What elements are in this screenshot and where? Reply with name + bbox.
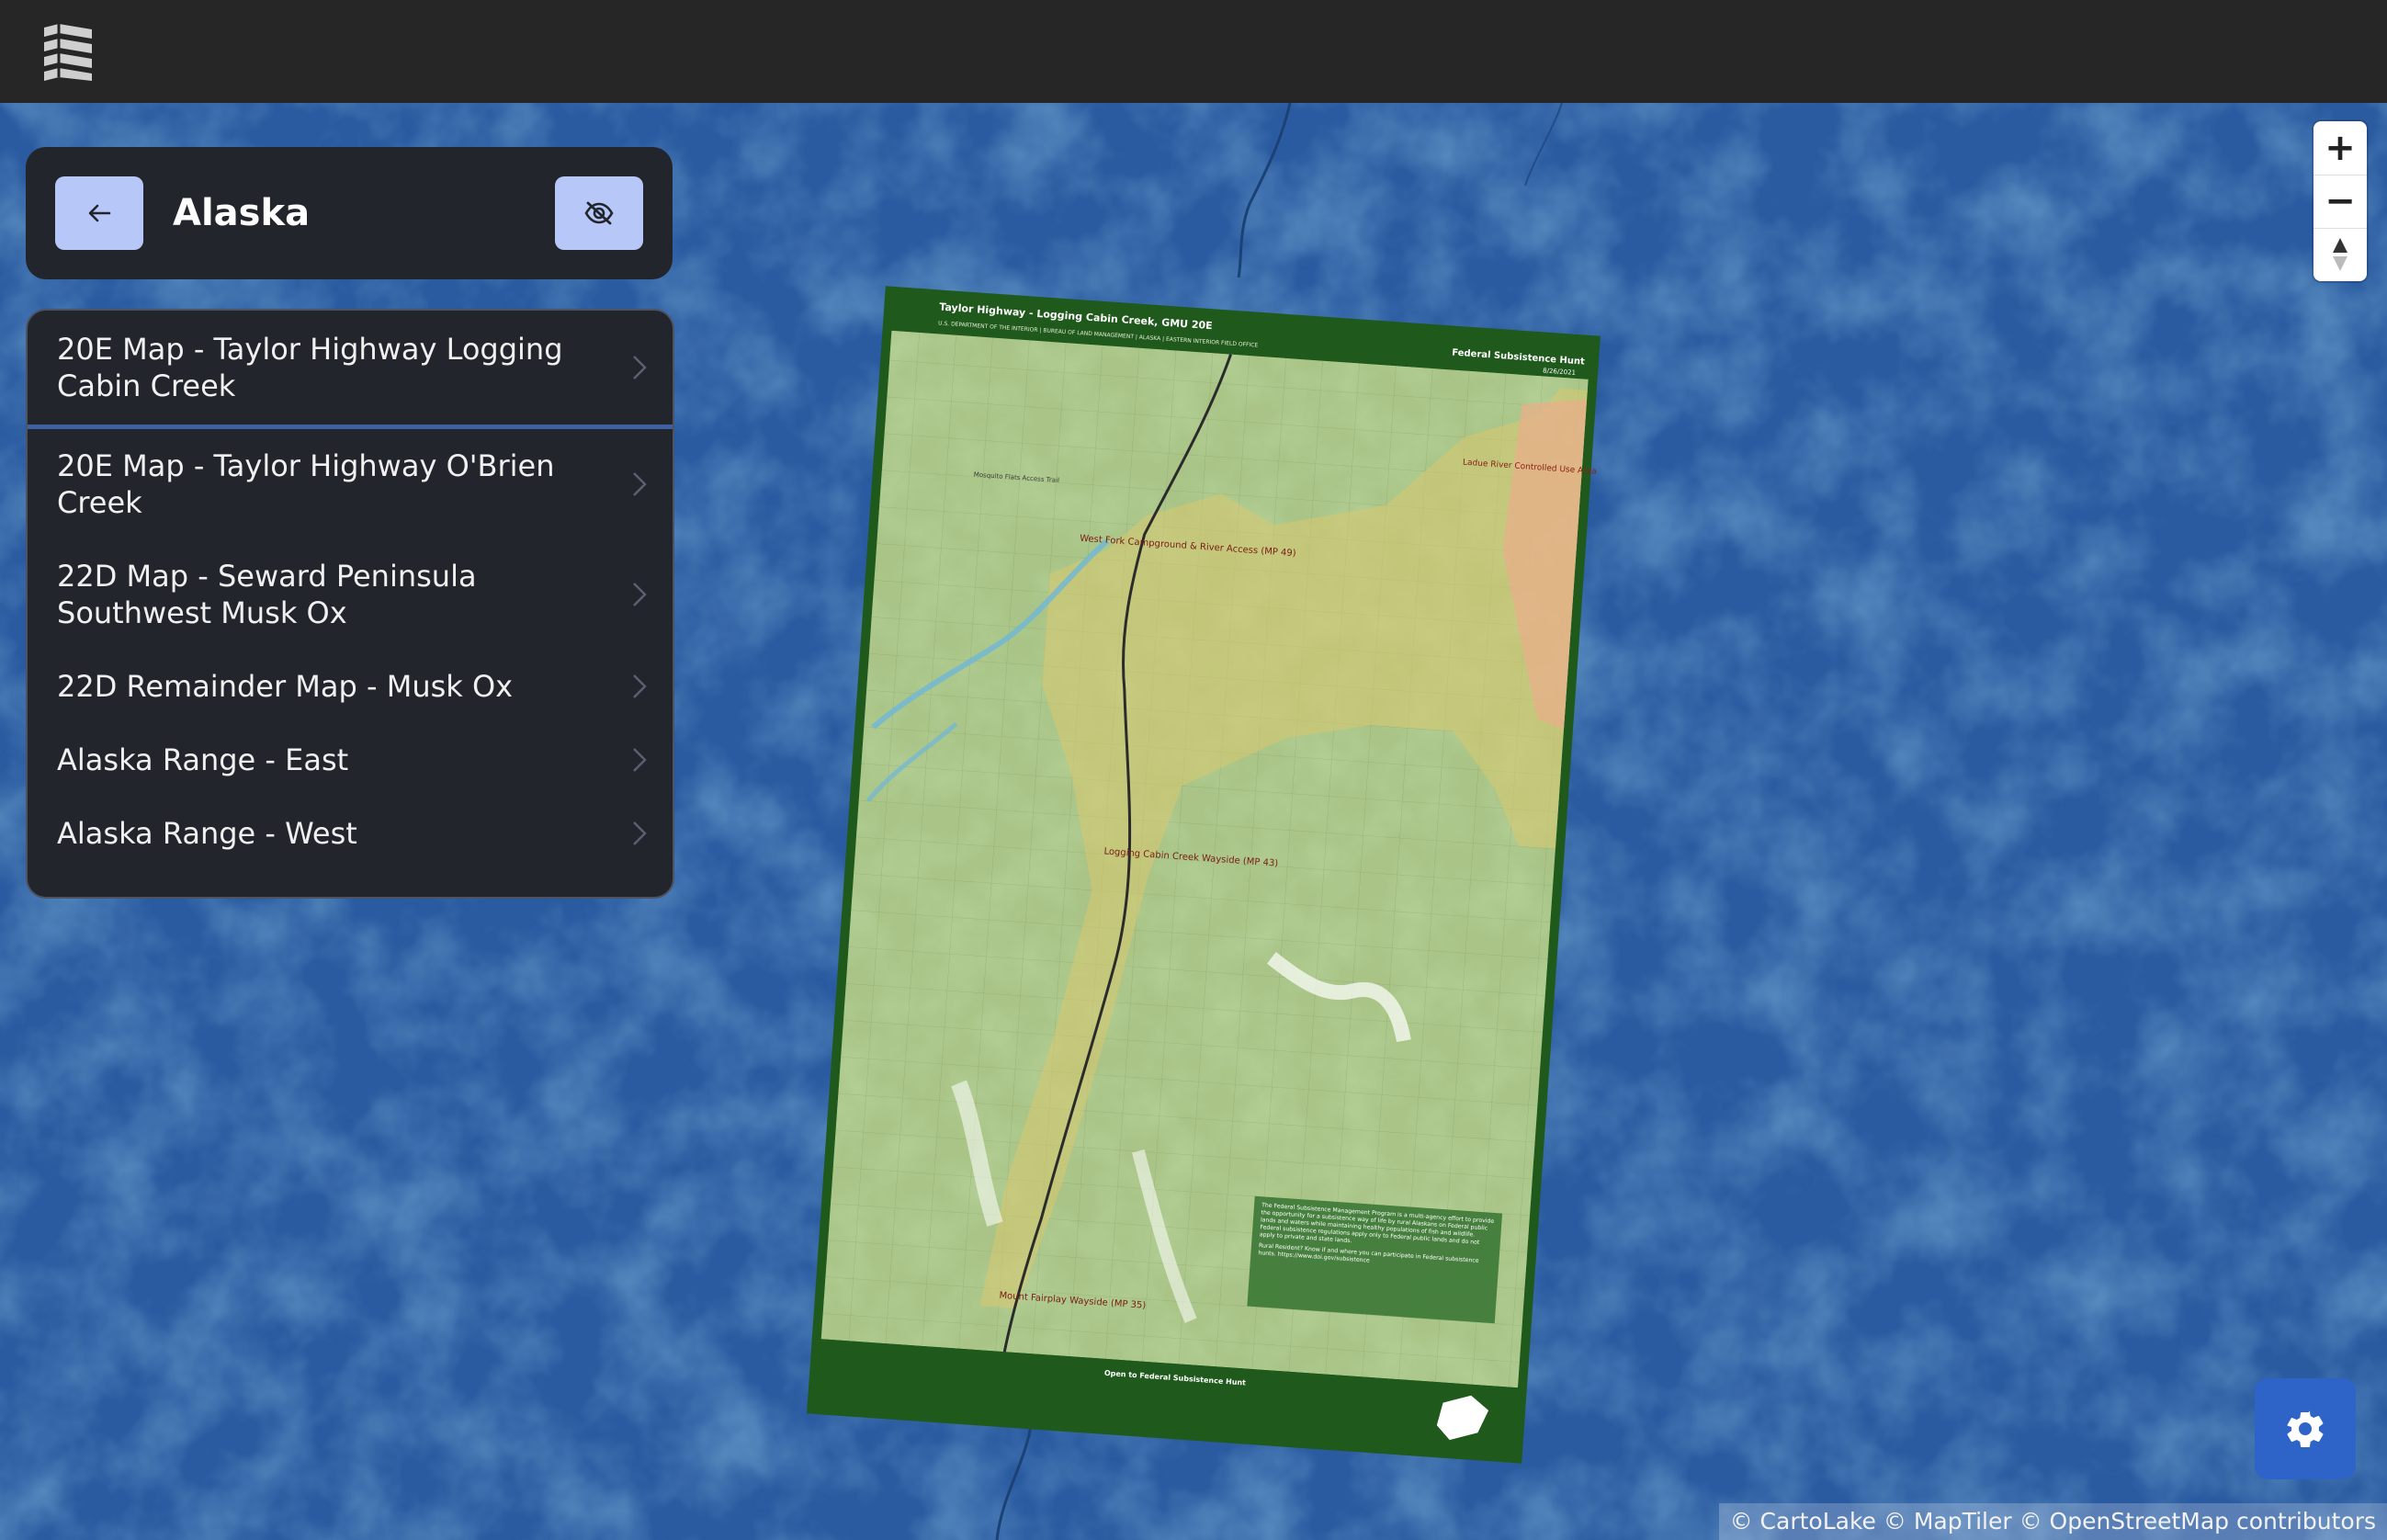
compass-reset-button[interactable]: [2313, 228, 2367, 281]
map-list-item-taylor-highway-obrien-creek[interactable]: 20E Map - Taylor Highway O'Brien Creek: [28, 429, 673, 539]
overlay-map-info-box: The Federal Subsistence Management Progr…: [1258, 1202, 1494, 1264]
overlay-map-sheet[interactable]: Taylor Highway - Logging Cabin Creek, GM…: [790, 232, 1617, 1518]
map-list-item-label: 20E Map - Taylor Highway Logging Cabin C…: [57, 332, 563, 403]
zoom-controls: + −: [2313, 121, 2367, 281]
map-list-item-label: Alaska Range - West: [57, 816, 357, 851]
back-button[interactable]: [55, 176, 143, 250]
map-list-item-seward-peninsula-musk-ox[interactable]: 22D Map - Seward Peninsula Southwest Mus…: [28, 539, 673, 650]
settings-button[interactable]: [2255, 1378, 2356, 1479]
map-list-item-alaska-range-east[interactable]: Alaska Range - East: [28, 723, 673, 797]
chevron-right-icon: [633, 821, 647, 845]
map-list-item-label: 22D Remainder Map - Musk Ox: [57, 669, 514, 704]
map-list-item-label: 22D Map - Seward Peninsula Southwest Mus…: [57, 559, 477, 630]
chevron-right-icon: [633, 583, 647, 606]
zoom-in-button[interactable]: +: [2313, 121, 2367, 175]
top-bar: [0, 0, 2387, 103]
region-header-panel: Alaska: [26, 147, 673, 279]
compass-icon: [2333, 238, 2347, 271]
map-list-panel: 20E Map - Taylor Highway Logging Cabin C…: [26, 309, 674, 899]
map-list-item-taylor-highway-logging-cabin-creek[interactable]: 20E Map - Taylor Highway Logging Cabin C…: [28, 311, 673, 429]
chevron-right-icon: [633, 748, 647, 772]
layers-logo-icon[interactable]: [39, 20, 97, 83]
zoom-in-icon: +: [2325, 127, 2356, 169]
chevron-right-icon: [633, 472, 647, 496]
eye-off-icon: [584, 201, 614, 225]
map-list-item-22d-remainder-musk-ox[interactable]: 22D Remainder Map - Musk Ox: [28, 650, 673, 723]
chevron-right-icon: [633, 356, 647, 379]
zoom-out-icon: −: [2325, 180, 2356, 222]
toggle-visibility-button[interactable]: [555, 176, 643, 250]
map-list-item-alaska-range-west[interactable]: Alaska Range - West: [28, 797, 673, 870]
map-list-item-label: Alaska Range - East: [57, 742, 349, 777]
arrow-left-icon: [88, 204, 111, 222]
zoom-out-button[interactable]: −: [2313, 175, 2367, 228]
chevron-right-icon: [633, 674, 647, 698]
map-attribution[interactable]: © CartoLake © MapTiler © OpenStreetMap c…: [1718, 1503, 2387, 1540]
map-list-item-label: 20E Map - Taylor Highway O'Brien Creek: [57, 448, 555, 520]
page-title: Alaska: [173, 192, 311, 234]
gear-icon: [2287, 1410, 2324, 1448]
